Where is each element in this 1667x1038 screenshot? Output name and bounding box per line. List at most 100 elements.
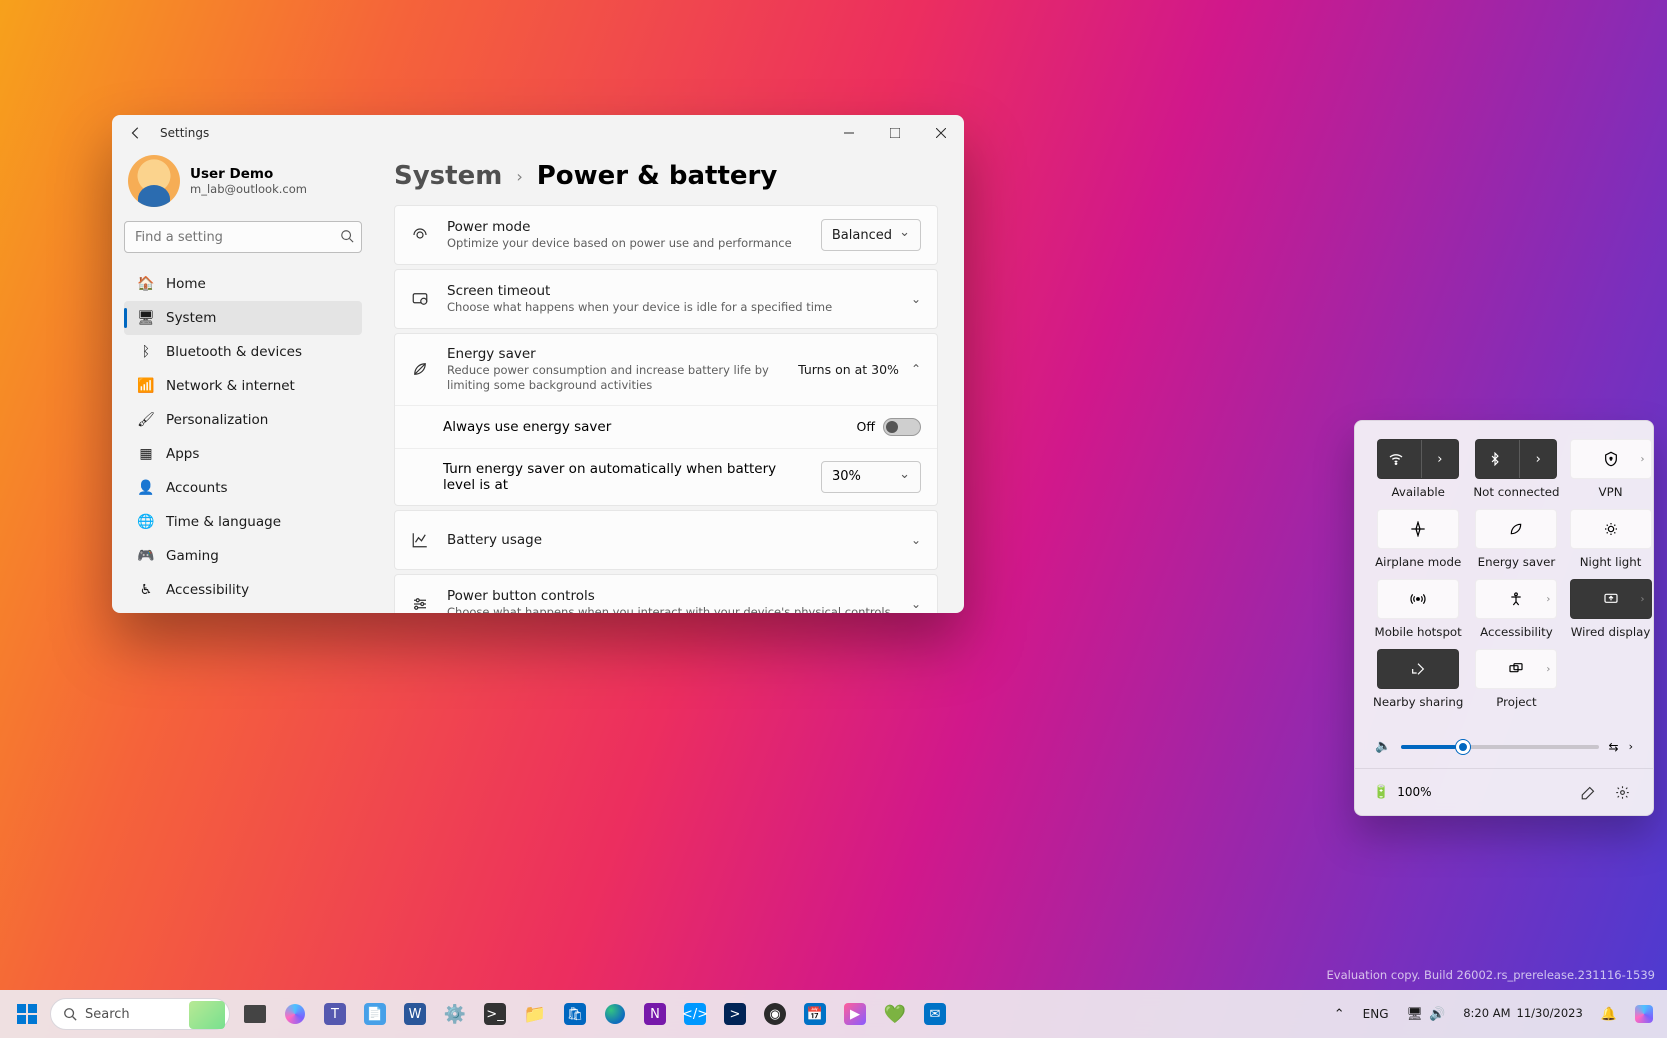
titlebar: Settings xyxy=(112,115,964,151)
vscode-icon[interactable]: </> xyxy=(676,995,714,1033)
quick-accessibility-button[interactable]: › xyxy=(1475,579,1557,619)
power-button-controls-panel[interactable]: Power button controls Choose what happen… xyxy=(394,574,938,613)
sidebar-item-home[interactable]: 🏠Home xyxy=(124,267,362,301)
breadcrumb-parent[interactable]: System xyxy=(394,161,502,191)
onenote-icon[interactable]: N xyxy=(636,995,674,1033)
copilot-button[interactable] xyxy=(276,995,314,1033)
nav-icon: 🖌 xyxy=(138,412,154,428)
start-button[interactable] xyxy=(8,995,46,1033)
quick-wired-button[interactable]: › xyxy=(1570,579,1652,619)
nav-label: System xyxy=(166,310,216,326)
search-input[interactable] xyxy=(124,221,362,253)
quick-vpn-label: VPN xyxy=(1599,485,1623,499)
chevron-down-icon: ⌄ xyxy=(911,292,921,306)
settings-button[interactable] xyxy=(1609,779,1635,805)
clock[interactable]: 8:20 AM 11/30/2023 xyxy=(1457,1003,1589,1024)
sidebar-item-system[interactable]: 🖥System xyxy=(124,301,362,335)
clipchamp-icon[interactable]: ▶ xyxy=(836,995,874,1033)
quick-energy-label: Energy saver xyxy=(1478,555,1556,569)
volume-slider[interactable] xyxy=(1401,745,1598,749)
battery-usage-panel[interactable]: Battery usage ⌄ xyxy=(394,510,938,570)
sidebar-item-bluetooth-devices[interactable]: ᛒBluetooth & devices xyxy=(124,335,362,369)
leaf-icon xyxy=(411,360,431,378)
chevron-down-icon: ⌄ xyxy=(911,533,921,547)
row-label: Always use energy saver xyxy=(443,419,841,435)
taskbar-search[interactable]: Search xyxy=(50,998,230,1030)
volume-row: 🔈 ⇆ › xyxy=(1373,739,1635,754)
teams-icon[interactable]: T xyxy=(316,995,354,1033)
sidebar-item-time-language[interactable]: 🌐Time & language xyxy=(124,505,362,539)
quick-project-label: Project xyxy=(1496,695,1536,709)
close-button[interactable] xyxy=(918,115,964,151)
power-mode-panel[interactable]: Power mode Optimize your device based on… xyxy=(394,205,938,265)
quick-energy-button[interactable] xyxy=(1475,509,1557,549)
quick-nightlight-button[interactable] xyxy=(1570,509,1652,549)
minimize-button[interactable] xyxy=(826,115,872,151)
sidebar-item-accounts[interactable]: 👤 Accounts xyxy=(124,471,362,505)
quick-project-button[interactable]: › xyxy=(1475,649,1557,689)
nav-icon: 🎮 xyxy=(138,548,154,564)
mail-icon[interactable]: ✉ xyxy=(916,995,954,1033)
sidebar-item-apps[interactable]: ▦Apps xyxy=(124,437,362,471)
output-device-icon[interactable]: ⇆ xyxy=(1609,740,1619,754)
terminal-icon[interactable]: >_ xyxy=(476,995,514,1033)
main-content: System › Power & battery Power mode Opti… xyxy=(374,151,964,613)
row-title: Screen timeout xyxy=(447,283,895,299)
sidebar: User Demo m_lab@outlook.com 🏠Home🖥System… xyxy=(112,151,374,613)
explorer-icon[interactable]: 📁 xyxy=(516,995,554,1033)
family-icon[interactable]: 💚 xyxy=(876,995,914,1033)
volume-icon: 🔊 xyxy=(1429,1007,1445,1022)
power-mode-select[interactable]: Balanced xyxy=(821,219,921,251)
sidebar-item-network-internet[interactable]: 📶Network & internet xyxy=(124,369,362,403)
quick-wifi-button[interactable]: › xyxy=(1377,439,1459,479)
auto-energy-saver-select[interactable]: 30% xyxy=(821,461,921,493)
always-energy-saver-toggle[interactable] xyxy=(883,418,921,436)
word-icon[interactable]: W xyxy=(396,995,434,1033)
task-view-button[interactable] xyxy=(236,995,274,1033)
edit-quick-settings-button[interactable] xyxy=(1575,779,1601,805)
calendar-icon[interactable]: 📅 xyxy=(796,995,834,1033)
nav-icon: 👤 xyxy=(138,480,154,496)
tray-overflow-button[interactable]: ⌃ xyxy=(1328,1003,1351,1026)
settings-window: Settings User Demo m_lab@outlook.com � xyxy=(112,115,964,613)
sliders-icon xyxy=(411,595,431,613)
quick-hotspot-button[interactable] xyxy=(1377,579,1459,619)
edge-icon[interactable] xyxy=(596,995,634,1033)
quick-nearby-button[interactable] xyxy=(1377,649,1459,689)
quick-vpn-button[interactable]: › xyxy=(1570,439,1652,479)
sidebar-item-personalization[interactable]: 🖌Personalization xyxy=(124,403,362,437)
network-volume-battery[interactable]: 🖥 🔊 xyxy=(1401,1003,1452,1026)
sidebar-item-accessibility[interactable]: ♿Accessibility xyxy=(124,573,362,607)
nav: 🏠Home🖥SystemᛒBluetooth & devices📶Network… xyxy=(124,267,362,607)
back-button[interactable] xyxy=(124,121,148,145)
taskbar-apps: T 📄 W ⚙️ >_ 📁 🛍 N </> > ◉ 📅 ▶ 💚 ✉ xyxy=(236,995,954,1033)
volume-icon[interactable]: 🔈 xyxy=(1375,739,1391,754)
obs-icon[interactable]: ◉ xyxy=(756,995,794,1033)
notepad-icon[interactable]: 📄 xyxy=(356,995,394,1033)
energy-saver-header[interactable]: Energy saver Reduce power consumption an… xyxy=(395,334,937,405)
sidebar-item-gaming[interactable]: 🎮Gaming xyxy=(124,539,362,573)
nav-label: Accounts xyxy=(166,480,228,496)
quick-nearby-label: Nearby sharing xyxy=(1373,695,1463,709)
copilot-preview-icon[interactable] xyxy=(1629,1001,1659,1027)
row-label: Turn energy saver on automatically when … xyxy=(443,461,805,493)
nav-label: Accessibility xyxy=(166,582,249,598)
auto-energy-saver-row: Turn energy saver on automatically when … xyxy=(395,449,937,505)
store-icon[interactable]: 🛍 xyxy=(556,995,594,1033)
search-icon xyxy=(340,229,354,243)
chevron-right-icon[interactable]: › xyxy=(1629,740,1633,753)
language-indicator[interactable]: ENG xyxy=(1357,1003,1395,1025)
pwsh-icon[interactable]: > xyxy=(716,995,754,1033)
settings-icon[interactable]: ⚙️ xyxy=(436,995,474,1033)
user-email: m_lab@outlook.com xyxy=(190,182,307,196)
notifications-button[interactable]: 🔔 xyxy=(1595,1003,1623,1026)
quick-airplane-button[interactable] xyxy=(1377,509,1459,549)
user-block[interactable]: User Demo m_lab@outlook.com xyxy=(124,151,362,221)
maximize-button[interactable] xyxy=(872,115,918,151)
screen-timeout-panel[interactable]: Screen timeout Choose what happens when … xyxy=(394,269,938,329)
chart-icon xyxy=(411,531,431,549)
quick-bluetooth-button[interactable]: › xyxy=(1475,439,1557,479)
quick-hotspot-label: Mobile hotspot xyxy=(1375,625,1462,639)
row-title: Power mode xyxy=(447,219,805,235)
chevron-up-icon: ⌃ xyxy=(911,362,921,376)
